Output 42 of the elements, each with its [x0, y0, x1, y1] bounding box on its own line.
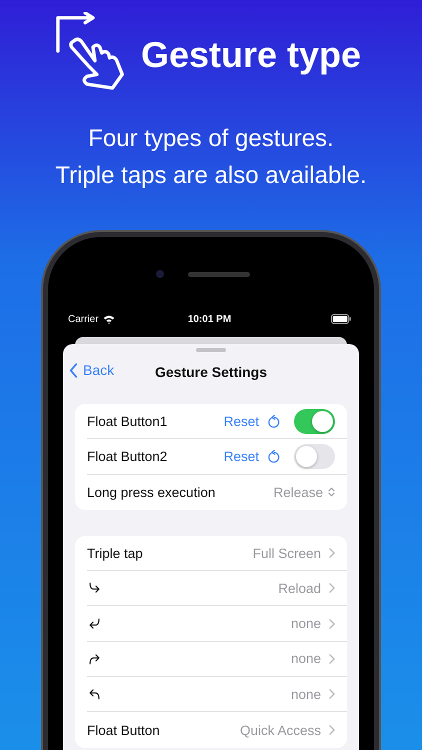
row-label: Float Button1: [87, 414, 168, 429]
reset-button[interactable]: Reset: [224, 448, 280, 464]
reset-icon: [267, 450, 280, 463]
row-value[interactable]: none: [290, 616, 321, 632]
row-value[interactable]: none: [290, 651, 321, 666]
up-down-chevron-icon: [328, 487, 335, 498]
hook-arrow-icon: [87, 616, 102, 631]
row-value[interactable]: Quick Access: [240, 722, 321, 738]
sheet-grabber[interactable]: [196, 348, 226, 352]
camera-icon: [156, 270, 164, 278]
headline-subtitle: Four types of gestures.: [87, 124, 335, 154]
reset-button[interactable]: Reset: [224, 414, 280, 429]
chevron-icon: [329, 548, 335, 558]
headline-subtitle: Triple taps are also available.: [55, 161, 367, 191]
back-button[interactable]: Back: [69, 362, 114, 378]
chevron-icon: [329, 725, 335, 736]
row-value[interactable]: none: [290, 686, 321, 702]
chevron-icon: [329, 618, 335, 629]
speaker-grille: [188, 272, 250, 277]
row-label: Float Button: [87, 722, 161, 738]
battery-icon: [330, 314, 351, 324]
row-label: Float Button2: [87, 448, 168, 464]
nav-title: Gesture Settings: [154, 364, 268, 380]
toggle-switch[interactable]: [294, 444, 335, 469]
row-value[interactable]: Release: [273, 484, 323, 500]
wifi-icon: [102, 314, 115, 324]
reset-icon: [267, 414, 280, 428]
hook-arrow-icon: [87, 581, 102, 596]
row-label: Triple tap: [87, 546, 144, 561]
hook-arrow-icon: [87, 652, 102, 666]
toggle-switch[interactable]: [294, 408, 335, 434]
chevron-icon: [329, 689, 335, 700]
row-label: Long press execution: [87, 484, 216, 500]
hook-arrow-icon: [87, 687, 102, 702]
chevron-icon: [329, 654, 335, 664]
carrier-label: Carrier: [68, 314, 99, 324]
chevron-icon: [329, 583, 335, 594]
headline-title: Gesture type: [140, 34, 362, 76]
back-chevron-icon: [69, 362, 78, 378]
row-value[interactable]: Reload: [278, 580, 321, 596]
row-value[interactable]: Full Screen: [252, 546, 321, 561]
status-time: 10:01 PM: [188, 314, 232, 324]
